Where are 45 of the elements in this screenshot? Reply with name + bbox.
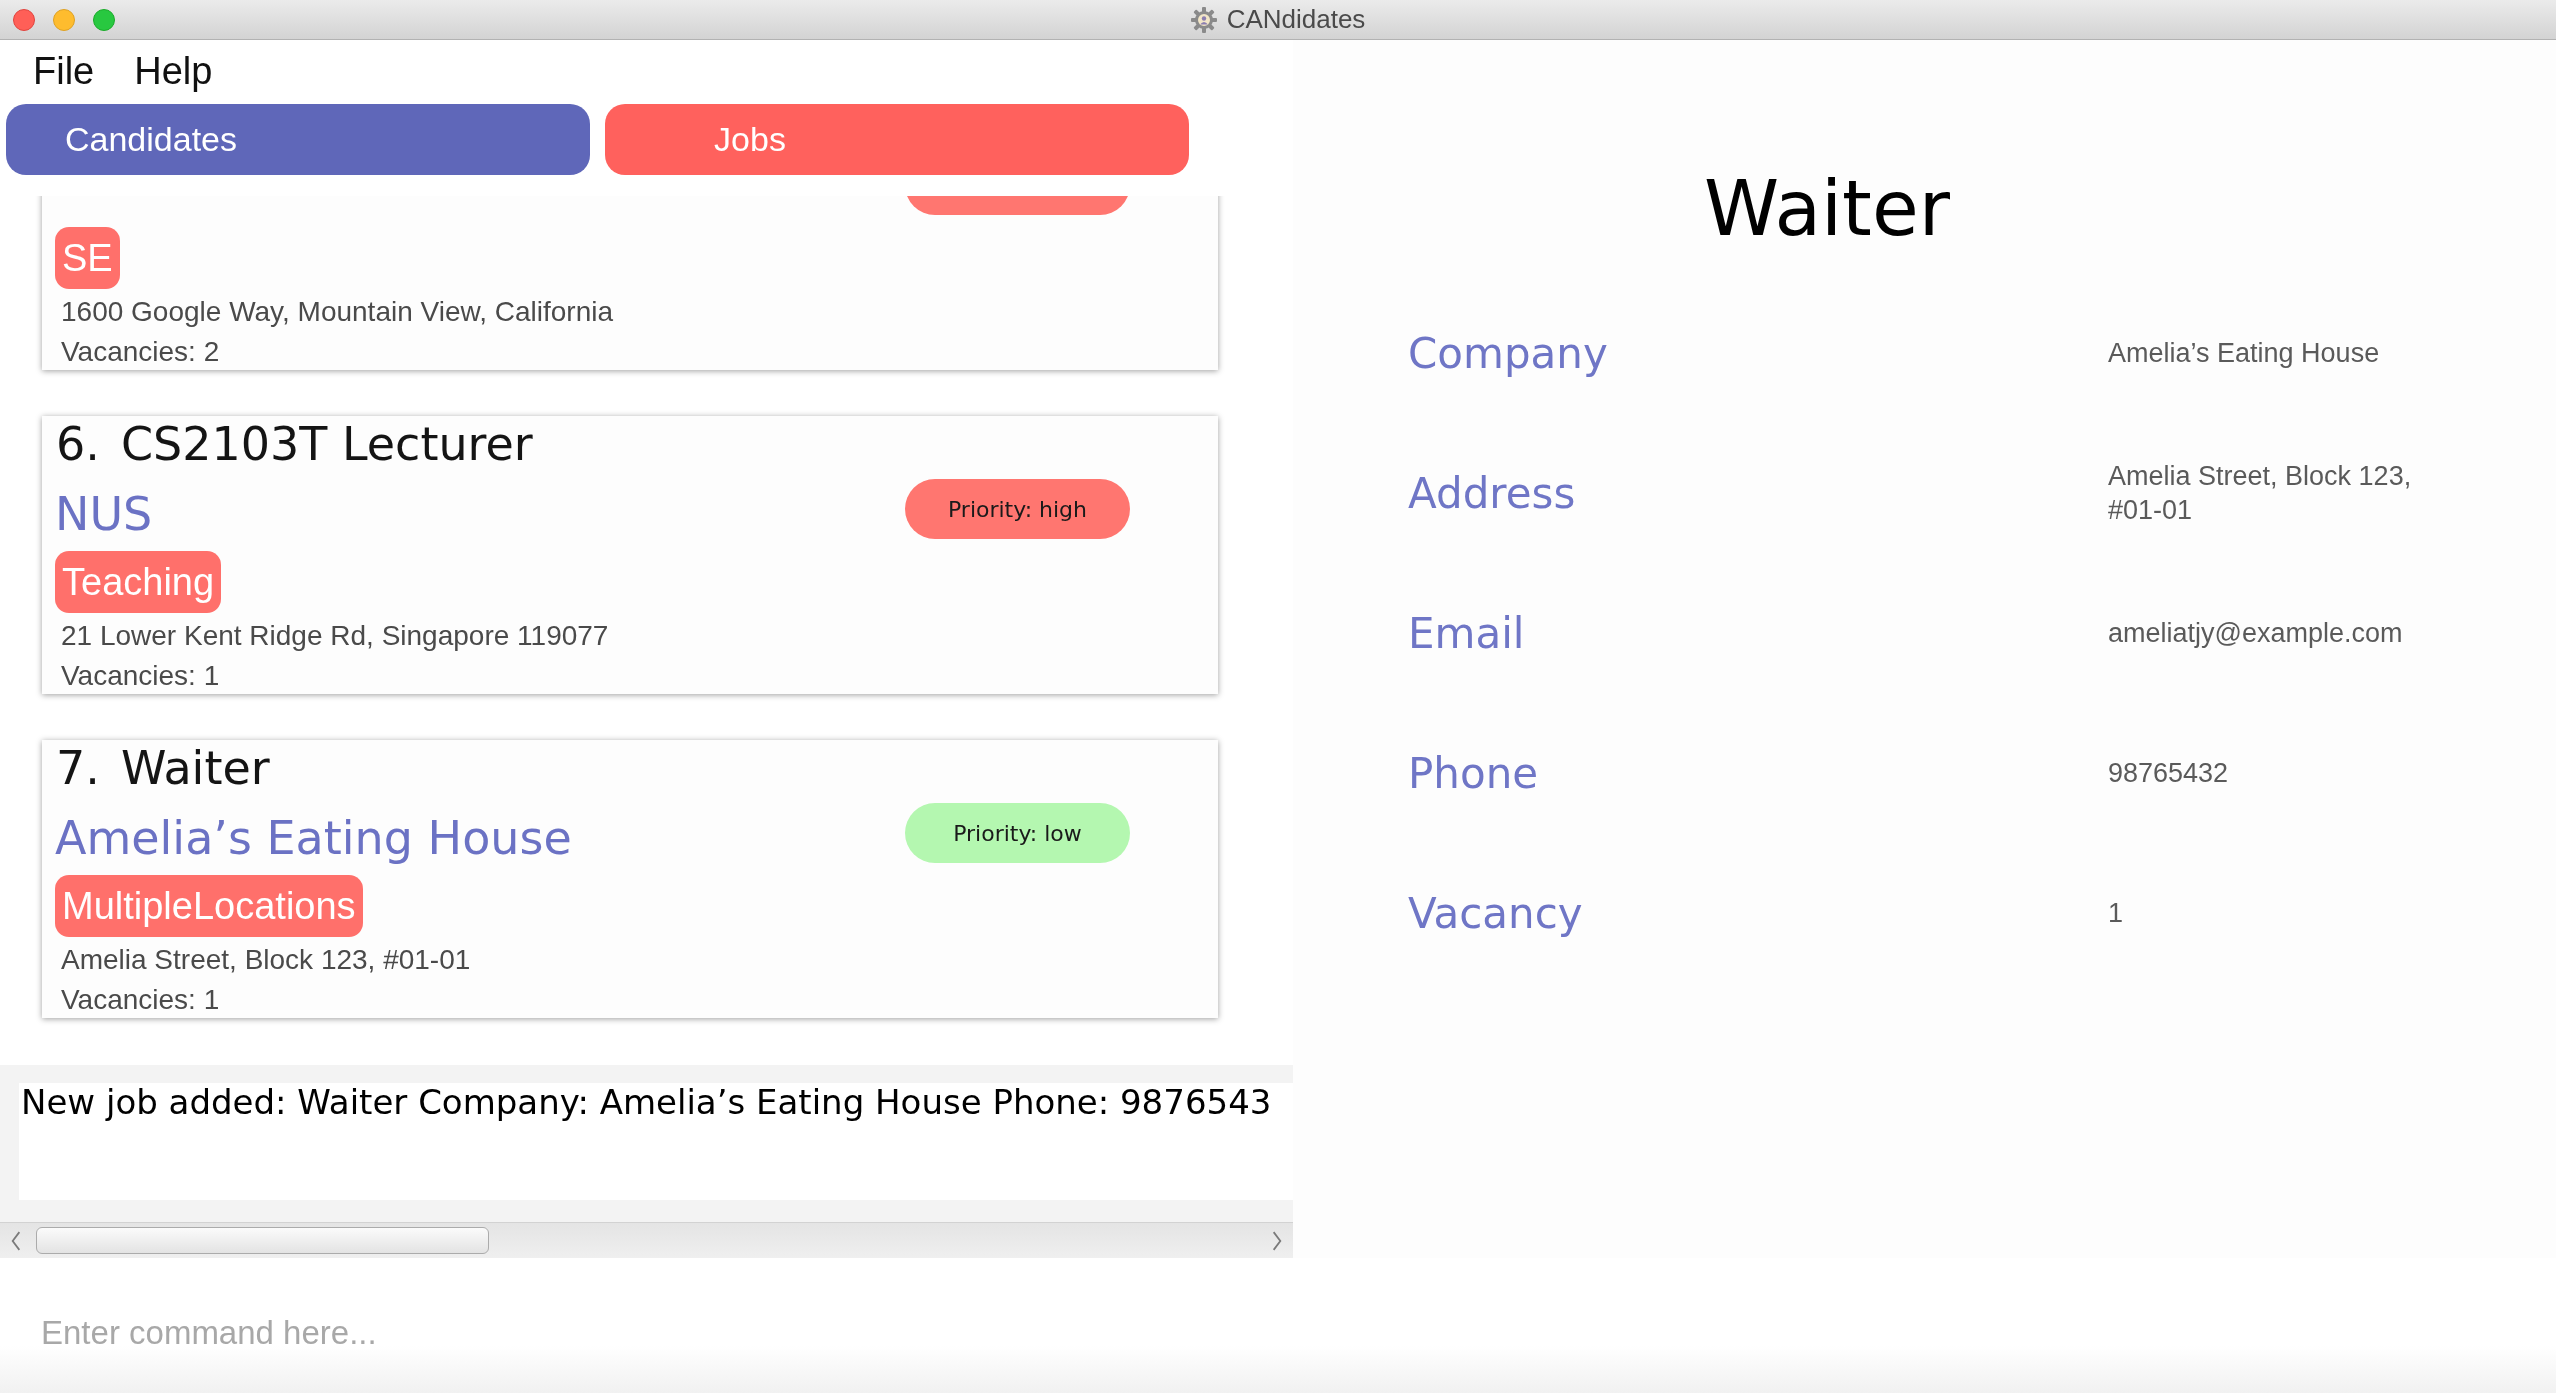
address-text: Amelia Street, Block 123, #01-01 [61, 944, 471, 975]
address-text: 1600 Google Way, Mountain View, California [61, 296, 613, 327]
job-number: 6. [56, 417, 100, 471]
horizontal-scrollbar[interactable] [0, 1222, 1293, 1258]
field-value: ameliatjy@example.com [2108, 617, 2404, 650]
address-text: 21 Lower Kent Ridge Rd, Singapore 119077 [61, 620, 609, 651]
job-title-heading: Waiter [1704, 164, 1950, 253]
chevron-right-icon[interactable] [1271, 1230, 1283, 1251]
job-number: 7. [56, 741, 100, 795]
field-label: Address [1408, 468, 1577, 518]
minimize-icon[interactable] [53, 8, 75, 31]
job-card[interactable]: SE 1600 Google Way, Mountain View, California Vacancies: 2 [42, 196, 1218, 370]
menu-item[interactable]: File [33, 50, 95, 94]
field-value: 1 [2108, 897, 2125, 930]
scrollbar-thumb[interactable] [36, 1227, 489, 1254]
company-name: NUS [55, 487, 153, 541]
chevron-left-icon[interactable] [10, 1230, 22, 1251]
command-input[interactable]: Enter command here... [0, 1258, 2556, 1393]
vacancies-text: Vacancies: 1 [61, 660, 220, 691]
result-message: New job added: Waiter Company: Amelia’s Eating House Phone: 9876543 [21, 1083, 1272, 1122]
job-card[interactable]: 7. Waiter Amelia’s Eating House MultipleLocations Amelia Street, Block 123, #01-01 Vacancies: 1 Priority: low [42, 740, 1218, 1018]
company-name: Amelia’s Eating House [55, 811, 572, 865]
tag-chip: SE [55, 227, 120, 289]
field-value: Amelia Street, Block 123, #01-01 [2108, 460, 2413, 527]
tag-chip: MultipleLocations [55, 875, 363, 937]
close-icon[interactable] [13, 8, 35, 31]
field-label: Email [1408, 608, 1526, 658]
gear-icon [1190, 6, 1217, 33]
field-value: 98765432 [2108, 757, 2230, 790]
priority-badge: Priority: low [905, 803, 1130, 863]
tab[interactable]: Candidates [6, 104, 590, 175]
job-title: CS2103T Lecturer [120, 417, 533, 471]
field-label: Vacancy [1408, 888, 1584, 938]
menu-item[interactable]: Help [134, 50, 213, 94]
field-label: Company [1408, 328, 1609, 378]
priority-badge: Priority: high [905, 479, 1130, 539]
maximize-icon[interactable] [93, 8, 115, 31]
field-label: Phone [1408, 748, 1540, 798]
job-card[interactable]: 6. CS2103T Lecturer NUS Teaching 21 Lower Kent Ridge Rd, Singapore 119077 Vacancies: 1 Priority: high [42, 416, 1218, 694]
job-title: Waiter [120, 741, 270, 795]
vacancies-text: Vacancies: 1 [61, 984, 220, 1015]
window-title: CANdidates [1226, 4, 1366, 35]
field-value: Amelia’s Eating House [2108, 337, 2381, 370]
tag-chip: Teaching [55, 551, 222, 613]
vacancies-text: Vacancies: 2 [61, 336, 220, 367]
